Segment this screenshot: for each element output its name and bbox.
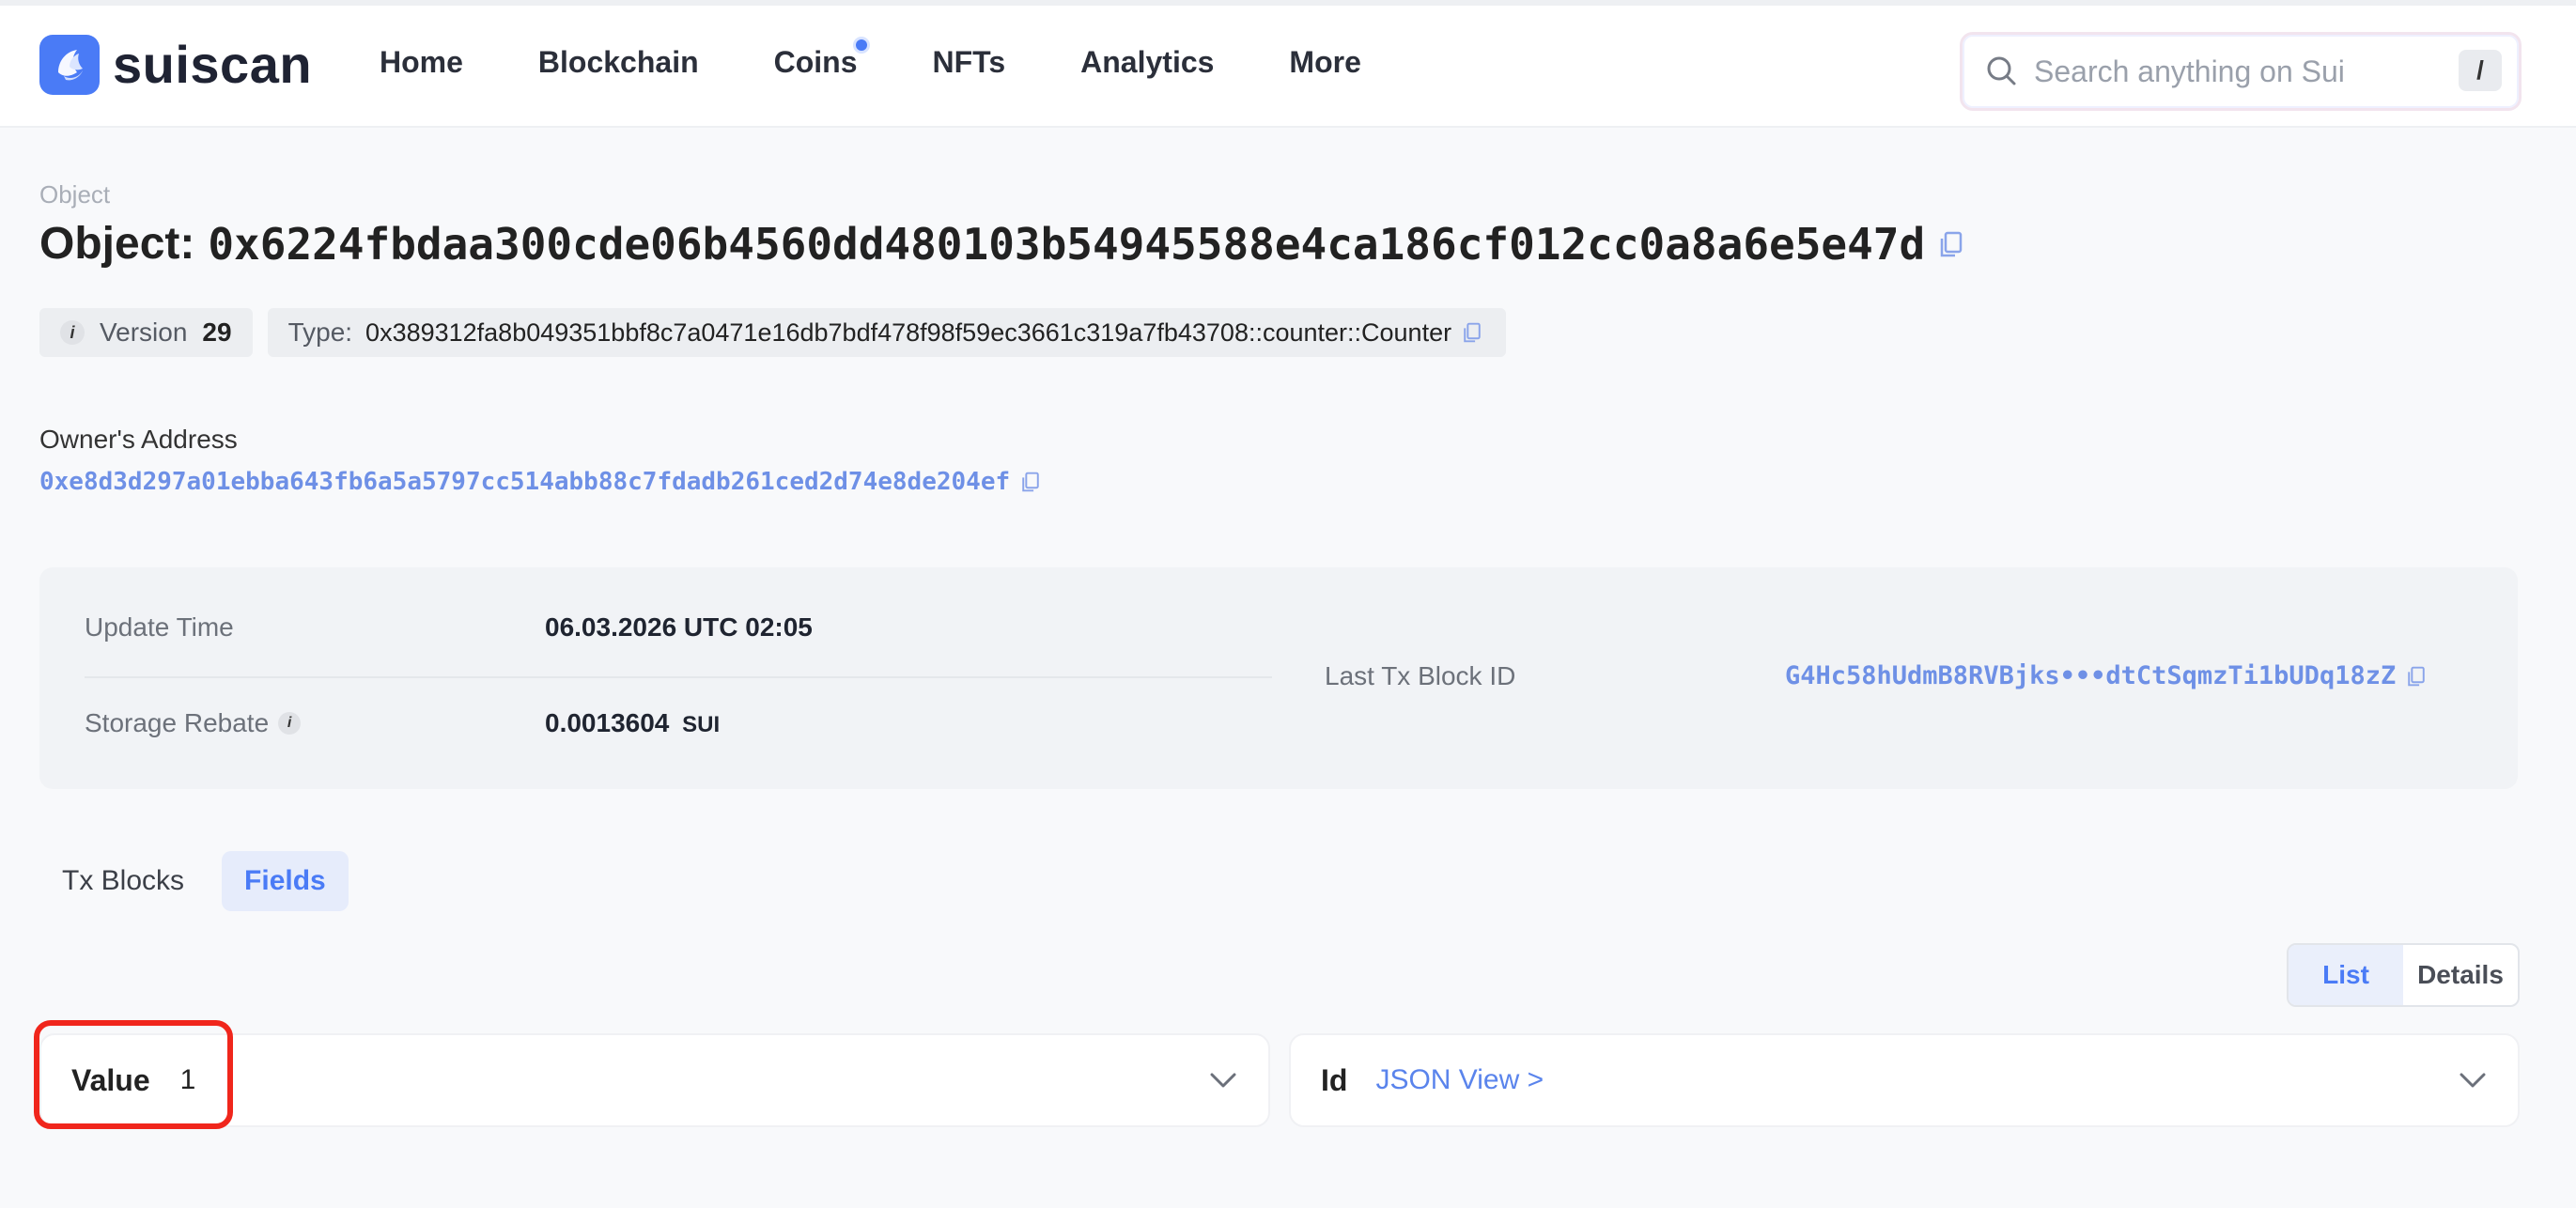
type-value: 0x389312fa8b049351bbf8c7a0471e16db7bdf47… bbox=[365, 317, 1452, 347]
object-details-panel: Update Time 06.03.2026 UTC 02:05 Storage… bbox=[39, 567, 2518, 789]
last-tx-label: Last Tx Block ID bbox=[1325, 661, 1516, 690]
last-tx-row: G4Hc58hUdmB8RVBjks•••dtCtSqmzTi1bUDq18zZ bbox=[1785, 661, 2429, 690]
nav-coins-label: Coins bbox=[773, 45, 858, 79]
list-view-button[interactable]: List bbox=[2289, 945, 2403, 1005]
breadcrumb: Object bbox=[39, 180, 111, 209]
copy-icon[interactable] bbox=[2403, 663, 2429, 689]
field-card-id[interactable]: Id JSON View > bbox=[1289, 1033, 2520, 1127]
info-icon[interactable]: i bbox=[278, 712, 302, 735]
chevron-down-icon[interactable] bbox=[1206, 1063, 1240, 1097]
owner-address-link[interactable]: 0xe8d3d297a01ebba643fb6a5a5797cc514abb88… bbox=[39, 468, 1010, 496]
object-id: 0x6224fbdaa300cde06b4560dd480103b5494558… bbox=[208, 218, 1926, 270]
brand-name: suiscan bbox=[113, 35, 313, 94]
object-title-label: Object: bbox=[39, 219, 195, 269]
owner-address-label: Owner's Address bbox=[39, 425, 238, 454]
nav-home[interactable]: Home bbox=[380, 45, 463, 80]
field-key-id: Id bbox=[1321, 1062, 1348, 1097]
details-view-button[interactable]: Details bbox=[2403, 945, 2518, 1005]
copy-icon[interactable] bbox=[1934, 227, 1968, 261]
nav-blockchain[interactable]: Blockchain bbox=[538, 45, 699, 80]
update-time-label: Update Time bbox=[85, 612, 234, 642]
header: suiscan Home Blockchain Coins NFTs Analy… bbox=[0, 6, 2576, 128]
object-meta-chips: i Version 29 Type: 0x389312fa8b049351bbf… bbox=[39, 308, 1521, 357]
json-view-link[interactable]: JSON View > bbox=[1375, 1064, 1544, 1096]
version-value: 29 bbox=[202, 317, 232, 347]
storage-rebate-value: 0.0013604 SUI bbox=[545, 708, 720, 738]
tab-fields[interactable]: Fields bbox=[222, 851, 349, 911]
suiscan-logo-icon bbox=[39, 34, 100, 95]
storage-rebate-unit: SUI bbox=[682, 712, 721, 737]
owner-address: 0xe8d3d297a01ebba643fb6a5a5797cc514abb88… bbox=[39, 468, 1044, 496]
page-title: Object: 0x6224fbdaa300cde06b4560dd480103… bbox=[39, 218, 1968, 270]
update-time-value: 06.03.2026 UTC 02:05 bbox=[545, 612, 813, 642]
version-label: Version bbox=[100, 317, 188, 347]
nav-more[interactable]: More bbox=[1289, 45, 1360, 80]
type-chip: Type: 0x389312fa8b049351bbf8c7a0471e16db… bbox=[267, 308, 1507, 357]
details-divider bbox=[85, 676, 1272, 678]
search-icon bbox=[1987, 56, 2016, 85]
main-nav: Home Blockchain Coins NFTs Analytics Mor… bbox=[380, 39, 1436, 80]
nav-analytics[interactable]: Analytics bbox=[1080, 45, 1214, 80]
copy-icon[interactable] bbox=[1459, 319, 1485, 346]
version-chip: i Version 29 bbox=[39, 308, 253, 357]
type-label: Type: bbox=[287, 317, 353, 347]
new-indicator-dot bbox=[855, 39, 867, 51]
search-input[interactable]: Search anything on Sui / bbox=[1960, 32, 2522, 111]
storage-rebate-label: Storage Rebate bbox=[85, 708, 270, 737]
logo[interactable]: suiscan bbox=[39, 34, 312, 95]
search-placeholder: Search anything on Sui bbox=[2034, 54, 2345, 88]
copy-icon[interactable] bbox=[1017, 469, 1044, 495]
nav-nfts[interactable]: NFTs bbox=[933, 45, 1006, 80]
chevron-down-icon[interactable] bbox=[2456, 1063, 2490, 1097]
highlight-box bbox=[34, 1020, 233, 1129]
view-toggle: List Details bbox=[2287, 943, 2520, 1007]
search-shortcut-key: / bbox=[2459, 50, 2502, 91]
last-tx-link[interactable]: G4Hc58hUdmB8RVBjks•••dtCtSqmzTi1bUDq18zZ bbox=[1785, 661, 2396, 690]
object-tabs: Tx Blocks Fields bbox=[39, 851, 364, 911]
tab-tx-blocks[interactable]: Tx Blocks bbox=[39, 851, 207, 911]
storage-rebate-amount: 0.0013604 bbox=[545, 708, 670, 737]
nav-coins[interactable]: Coins bbox=[773, 39, 867, 80]
storage-rebate-row: Storage Rebate i bbox=[85, 708, 302, 738]
info-icon: i bbox=[60, 320, 85, 345]
